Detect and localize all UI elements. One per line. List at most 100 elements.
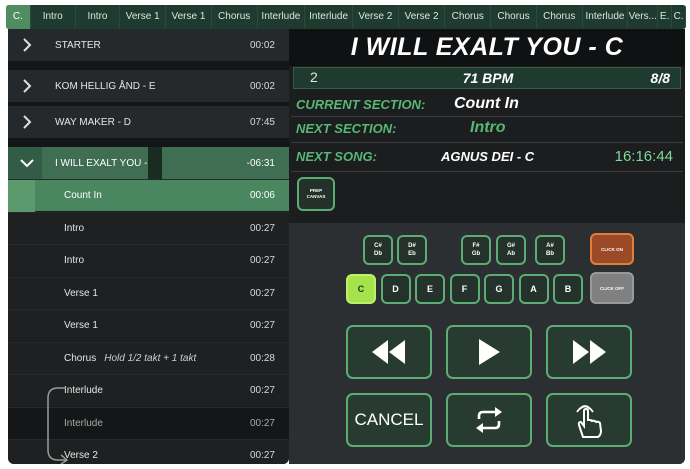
timeline-segment[interactable]: Chorus [491,5,537,29]
section-duration: 00:06 [249,190,275,201]
song-row-way-maker[interactable]: WAY MAKER - D 07:45 [8,106,289,138]
section-row[interactable]: Verse 1 00:27 [8,276,289,309]
timeline-segment[interactable]: Interlude [258,5,306,29]
key-sharp-name: A# [546,243,554,249]
section-label: Verse 1 [64,288,98,299]
section-row[interactable]: Chorus Hold 1/2 takt + 1 takt 00:28 [8,341,289,374]
timeline-segment[interactable]: Verse 2 [399,5,446,29]
section-name: Intro [64,255,85,266]
jump-arrow-icon [47,387,69,464]
timeline-segment[interactable]: Verse 1 [120,5,167,29]
key-button-sharp[interactable]: F# Gb [461,235,491,265]
section-duration: 00:27 [249,450,275,461]
key-sharp-name: G# [506,243,515,249]
section-row[interactable]: Verse 1 00:27 [8,309,289,341]
next-song-value: AGNUS DEI - C [441,149,535,164]
chevron-down-icon[interactable] [19,156,35,170]
timeline-segment[interactable]: Intro [76,5,121,29]
section-row[interactable]: Intro 00:27 [8,244,289,276]
section-name: Verse 1 [64,287,98,299]
key-sharp-name: C# [374,243,382,249]
timeline-segment[interactable]: C. [672,5,686,29]
key-flat-name: Eb [408,251,416,257]
key-button-natural[interactable]: C [346,274,376,304]
key-label: A# Bb [546,242,554,258]
section-row[interactable]: Intro 00:27 [8,211,289,244]
timeline-segment[interactable]: Interlude [305,5,353,29]
current-section-label: CURRENT SECTION: [296,97,426,112]
section-label: Intro [64,223,84,234]
setlist-panel: STARTER 00:02 KOM HELLIG ÅND - E 00:02 W… [8,29,289,464]
click-off-button[interactable]: CLICK OFF [590,272,634,304]
next-song-row: NEXT SONG: AGNUS DEI - C 16:16:44 [291,146,683,170]
timeline-segment[interactable]: C. [6,5,31,29]
song-row-starter[interactable]: STARTER 00:02 [8,29,289,61]
progress-marker [148,147,162,179]
prep-canvas-label: CANVAS [306,194,326,199]
section-duration: 00:28 [249,352,275,364]
key-button-natural[interactable]: B [553,274,583,304]
song-title: I WILL EXALT YOU - C [55,157,158,169]
key-button-natural[interactable]: F [449,274,480,304]
click-on-button[interactable]: CLICK ON [590,233,634,265]
cancel-label: CANCEL [354,410,424,429]
divider [291,171,683,172]
fast-forward-button[interactable] [546,325,632,379]
divider [291,142,683,143]
key-button-sharp[interactable]: G# Ab [496,235,526,265]
key-button-sharp[interactable]: A# Bb [535,235,565,265]
timeline-segment[interactable]: Chorus [537,5,583,29]
timeline-segment[interactable]: E. [658,5,673,29]
prep-canvas-button[interactable]: PREP CANVAS [297,177,335,211]
section-name: Chorus [64,352,97,364]
rewind-icon [372,340,405,364]
key-button-natural[interactable]: G [484,274,514,304]
section-timeline-strip: C. Intro Intro Verse 1 Verse 1 Chorus Interlud… [6,5,686,29]
section-label: Count In [64,190,102,201]
section-note: Hold 1/2 takt + 1 takt [104,352,197,364]
timeline-segment[interactable]: Verse 1 [166,5,212,29]
song-remaining-time: -06:31 [246,157,275,169]
play-icon [479,339,500,365]
key-button-natural[interactable]: D [380,274,411,304]
next-section-row: NEXT SECTION: Intro [291,118,683,142]
chevron-right-icon [23,115,32,129]
now-playing-panel: I WILL EXALT YOU - C 2 71 BPM 8/8 CURREN… [289,29,685,464]
timeline-segment[interactable]: Chorus [212,5,258,29]
key-button-natural[interactable]: E [415,274,445,304]
timeline-segment[interactable]: Verse 2 [353,5,399,29]
section-label: Intro [64,255,84,266]
timeline-segment[interactable]: Chorus [445,5,492,29]
section-row[interactable]: Count In 00:06 [8,179,289,212]
timeline-segment[interactable]: Interlude [583,5,629,29]
timeline-segment[interactable]: Intro [31,5,76,29]
song-row-kom-hellig-and[interactable]: KOM HELLIG ÅND - E 00:02 [8,70,289,102]
key-flat-name: Gb [471,251,481,257]
rewind-button[interactable] [346,325,432,379]
key-flat-name: Bb [546,251,554,257]
key-flat-name: Db [374,251,382,257]
cancel-button[interactable]: CANCEL [346,393,432,447]
tap-hand-icon [576,405,603,438]
song-row-open[interactable]: I WILL EXALT YOU - C -06:31 [8,147,289,179]
tempo-strip: 2 71 BPM 8/8 [293,67,681,89]
fast-forward-icon [573,340,606,364]
current-section-value: Count In [454,95,519,112]
divider [291,116,683,117]
tap-tempo-button[interactable] [546,393,632,447]
control-panel: C# Db D# Eb F# Gb G# Ab A# Bb CDEFGAB CLICK ON CL… [289,223,685,464]
song-duration: 00:02 [249,39,275,51]
next-section-value: Intro [470,119,506,136]
section-duration: 00:27 [249,385,275,396]
loop-button[interactable] [446,393,532,447]
key-button-sharp[interactable]: C# Db [363,235,393,265]
next-section-label: NEXT SECTION: [296,121,397,136]
key-button-sharp[interactable]: D# Eb [397,235,427,265]
key-label: G# Ab [507,242,515,258]
key-button-natural[interactable]: A [518,274,549,304]
play-button[interactable] [446,325,532,379]
timeline-segment[interactable]: Vers... [628,5,659,29]
song-title: KOM HELLIG ÅND - E [55,80,156,92]
app-window: C. Intro Intro Verse 1 Verse 1 Chorus Interlud… [0,0,690,469]
section-duration: 00:27 [249,287,275,299]
